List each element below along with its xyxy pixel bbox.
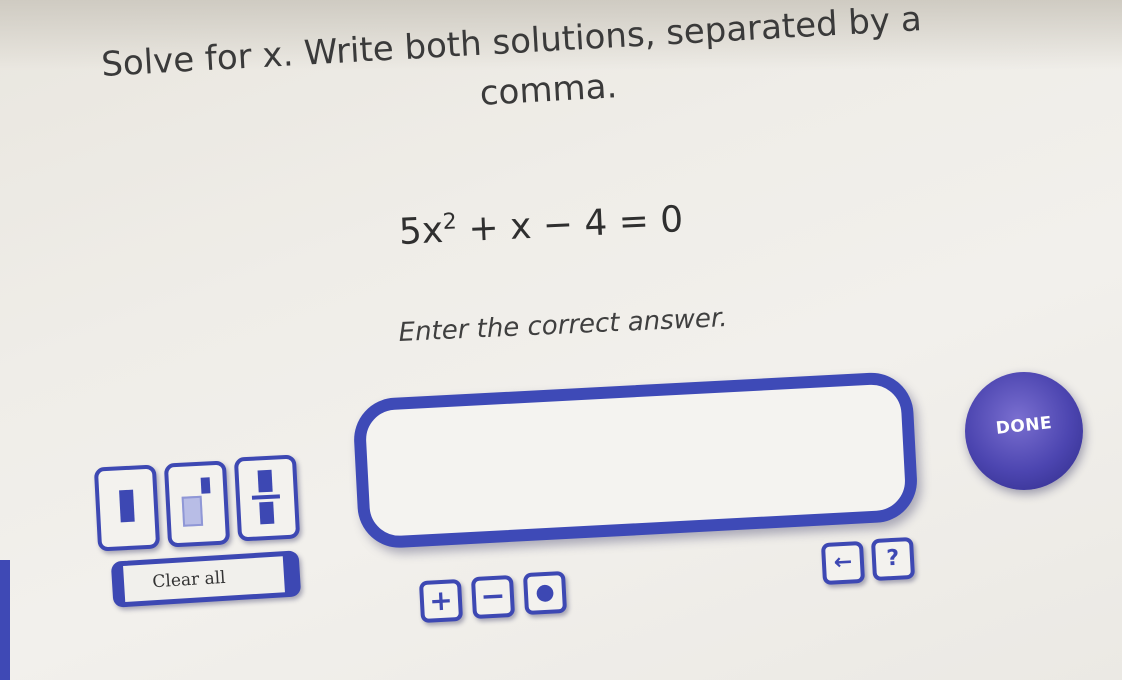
- done-label: DONE: [994, 413, 1054, 439]
- plus-button[interactable]: +: [418, 578, 464, 624]
- fraction-numerator-icon: [257, 469, 273, 493]
- help-button[interactable]: ?: [870, 536, 916, 582]
- exponent-power-icon: [200, 477, 211, 494]
- equation: 5x2 + x − 4 = 0: [398, 199, 684, 253]
- screen-edge: [0, 560, 10, 680]
- clear-all-label: Clear all: [151, 567, 227, 593]
- blank-template-button[interactable]: [93, 464, 161, 552]
- exponent-template-button[interactable]: [163, 460, 231, 548]
- minus-button[interactable]: −: [470, 574, 516, 620]
- equation-coefficient: 5x: [398, 209, 445, 253]
- answer-input[interactable]: [352, 370, 920, 550]
- blank-box-icon: [119, 489, 135, 523]
- backspace-button[interactable]: ←: [820, 540, 866, 586]
- instruction-text: Enter the correct answer.: [398, 303, 729, 348]
- fraction-bar-icon: [251, 494, 281, 500]
- dot-button[interactable]: ●: [522, 570, 568, 616]
- fraction-template-button[interactable]: [233, 454, 301, 542]
- done-button[interactable]: DONE: [965, 372, 1083, 490]
- exponent-base-icon: [181, 495, 204, 527]
- equation-rest: + x − 4 = 0: [456, 199, 685, 251]
- fraction-denominator-icon: [259, 501, 275, 525]
- clear-all-button[interactable]: Clear all: [110, 550, 302, 608]
- equation-exponent: 2: [442, 209, 458, 235]
